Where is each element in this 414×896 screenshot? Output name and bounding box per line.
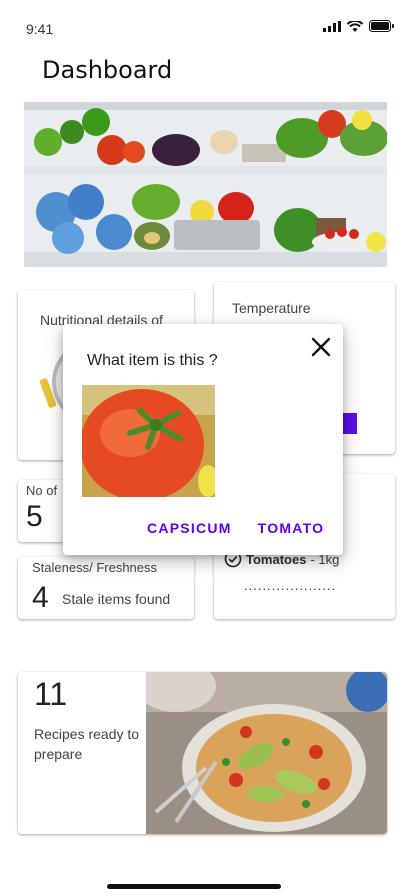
dialog-actions: CAPSICUM TOMATO bbox=[147, 520, 324, 536]
item-photo bbox=[82, 385, 215, 497]
dialog-title: What item is this ? bbox=[87, 352, 218, 369]
close-icon[interactable] bbox=[308, 334, 334, 360]
home-indicator[interactable] bbox=[107, 884, 281, 889]
tomato-option-button[interactable]: TOMATO bbox=[258, 520, 325, 536]
capsicum-option-button[interactable]: CAPSICUM bbox=[147, 520, 232, 536]
identify-item-dialog: What item is this ? CAPSICUM TOMATO bbox=[63, 324, 343, 555]
